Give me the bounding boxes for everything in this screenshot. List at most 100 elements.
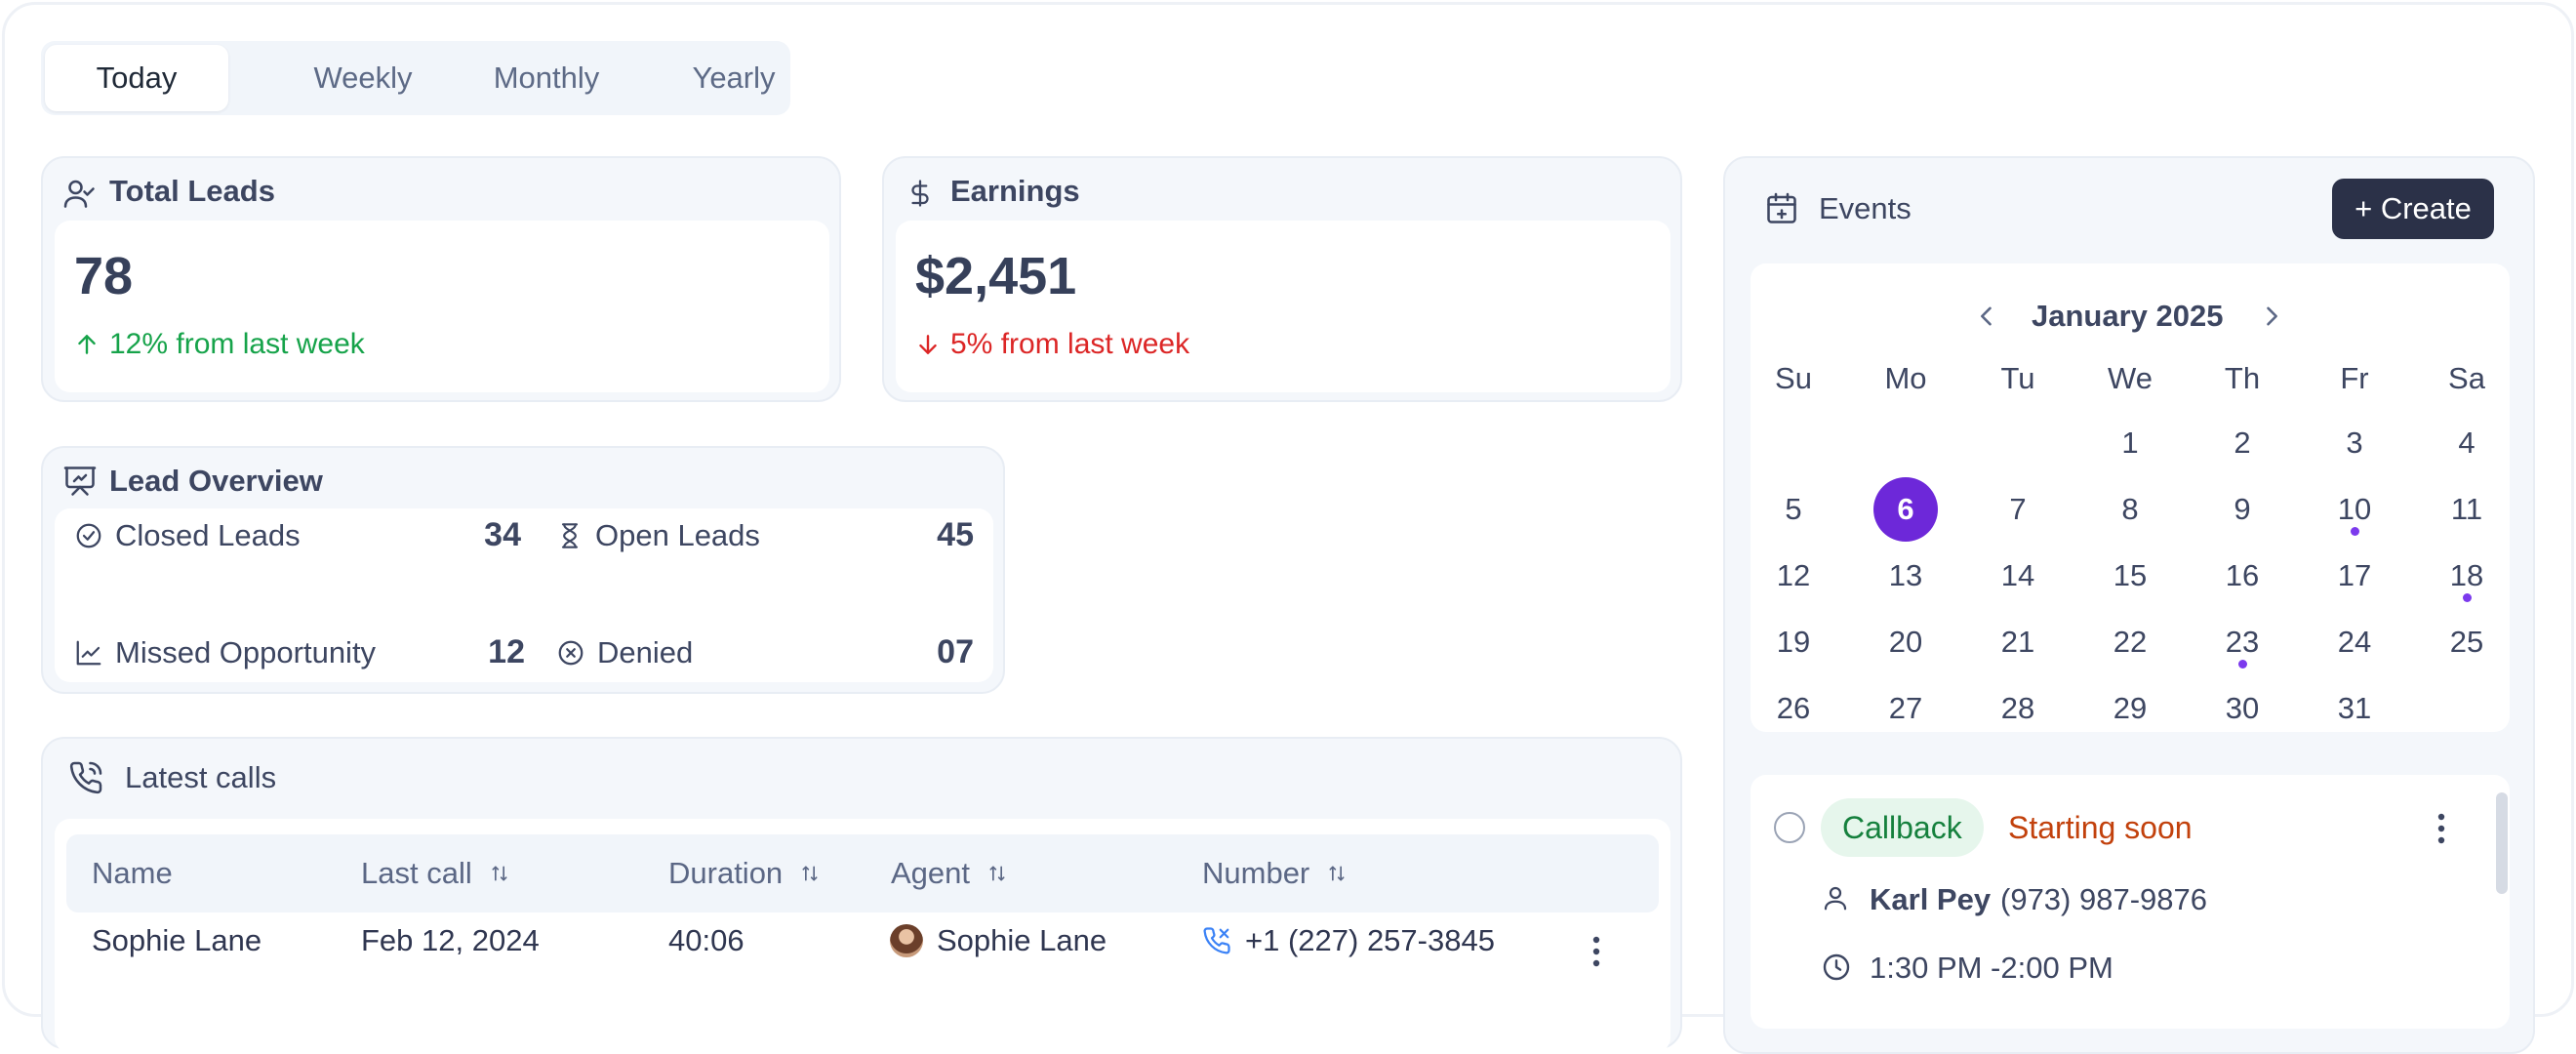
calendar-day[interactable]: 29 xyxy=(2098,676,2162,741)
calendar-day[interactable]: 3 xyxy=(2322,411,2387,475)
sort-icon[interactable] xyxy=(1327,863,1347,884)
calendar-plus-icon xyxy=(1764,191,1799,226)
event-time: 1:30 PM -2:00 PM xyxy=(1870,951,2113,985)
cell-duration: 40:06 xyxy=(668,923,745,957)
card-body: 78 12% from last week xyxy=(55,221,829,392)
tab-today[interactable]: Today xyxy=(45,45,228,111)
header-label: Name xyxy=(92,856,173,890)
column-header-last-call[interactable]: Last call xyxy=(361,834,509,912)
overview-item-open-leads: Open Leads xyxy=(556,518,760,553)
weekday-label: Tu xyxy=(2000,361,2035,395)
sort-icon[interactable] xyxy=(490,863,509,884)
tab-monthly[interactable]: Monthly xyxy=(449,45,644,111)
calendar-day[interactable]: 2 xyxy=(2210,411,2274,475)
trend-chart-icon xyxy=(74,638,103,668)
event-more-icon[interactable] xyxy=(2437,812,2445,845)
calendar-day[interactable]: 14 xyxy=(1986,544,2050,608)
cell-last-call: Feb 12, 2024 xyxy=(361,923,540,957)
calendar-day[interactable]: 13 xyxy=(1873,544,1938,608)
weekday-label: Mo xyxy=(1884,361,1927,395)
event-contact-phone: (973) 987-9876 xyxy=(2000,882,2207,916)
calendar-day[interactable]: 22 xyxy=(2098,610,2162,674)
tab-weekly[interactable]: Weekly xyxy=(265,45,461,111)
overview-item-denied: Denied xyxy=(556,635,693,670)
header-label: Last call xyxy=(361,856,472,890)
calendar-day[interactable]: 4 xyxy=(2435,411,2499,475)
calendar-day[interactable]: 12 xyxy=(1761,544,1826,608)
phone-number: +1 (227) 257-3845 xyxy=(1245,923,1495,957)
weekday-label: We xyxy=(2108,361,2153,395)
phone-icon xyxy=(68,760,103,795)
calendar-day[interactable]: 15 xyxy=(2098,544,2162,608)
presentation-icon xyxy=(62,464,98,499)
earnings-card: Earnings $2,451 5% from last week xyxy=(882,156,1682,402)
column-header-agent[interactable]: Agent xyxy=(891,834,1007,912)
cell-name: Sophie Lane xyxy=(92,923,262,957)
tab-yearly[interactable]: Yearly xyxy=(636,45,831,111)
overview-item-missed-opportunity: Missed Opportunity xyxy=(74,635,376,670)
calendar-day[interactable]: 5 xyxy=(1761,477,1826,542)
calendar-month-label: January 2025 xyxy=(2032,299,2224,333)
card-title: Earnings xyxy=(950,174,1080,208)
check-circle-icon xyxy=(74,521,103,550)
column-header-duration[interactable]: Duration xyxy=(668,834,820,912)
calendar-day[interactable]: 9 xyxy=(2210,477,2274,542)
calendar-day[interactable]: 31 xyxy=(2322,676,2387,741)
clock-icon xyxy=(1821,952,1852,983)
x-circle-icon xyxy=(556,638,585,668)
overview-value: 07 xyxy=(937,633,974,670)
overview-label: Denied xyxy=(597,635,694,669)
arrow-up-icon xyxy=(74,330,100,359)
earnings-value: $2,451 xyxy=(915,247,1077,305)
delta-text: 5% from last week xyxy=(950,328,1190,360)
overview-value: 34 xyxy=(484,516,521,553)
create-event-button[interactable]: + Create xyxy=(2332,179,2494,239)
calendar-day[interactable]: 11 xyxy=(2435,477,2499,542)
dollar-icon xyxy=(906,176,935,211)
calendar-day[interactable]: 19 xyxy=(1761,610,1826,674)
calendar-day[interactable]: 1 xyxy=(2098,411,2162,475)
calendar-day[interactable]: 25 xyxy=(2435,610,2499,674)
event-indicator-dot xyxy=(2463,593,2472,602)
column-header-number[interactable]: Number xyxy=(1202,834,1347,912)
sort-icon[interactable] xyxy=(800,863,820,884)
header-label: Number xyxy=(1202,856,1310,890)
events-title: Events xyxy=(1819,191,1912,225)
calendar-day[interactable]: 30 xyxy=(2210,676,2274,741)
calendar-day[interactable]: 16 xyxy=(2210,544,2274,608)
phone-incoming-icon[interactable] xyxy=(1202,926,1231,955)
total-leads-value: 78 xyxy=(74,247,134,305)
chevron-right-icon[interactable] xyxy=(2258,299,2285,334)
sort-icon[interactable] xyxy=(987,863,1007,884)
weekday-label: Fr xyxy=(2340,361,2369,395)
column-header-name[interactable]: Name xyxy=(92,834,173,912)
overview-label: Missed Opportunity xyxy=(115,635,377,669)
lead-overview-card: Lead Overview Closed Leads 34 Open Leads… xyxy=(41,446,1005,694)
calendar-day[interactable]: 27 xyxy=(1873,676,1938,741)
create-label: + Create xyxy=(2355,191,2472,225)
calendar-day[interactable]: 7 xyxy=(1986,477,2050,542)
user-icon xyxy=(1821,882,1850,913)
event-contact-name: Karl Pey xyxy=(1870,882,1992,916)
event-status: Starting soon xyxy=(2008,810,2193,845)
calendar-day[interactable]: 21 xyxy=(1986,610,2050,674)
agent-name: Sophie Lane xyxy=(937,923,1107,957)
overview-value: 12 xyxy=(488,633,525,670)
chevron-left-icon[interactable] xyxy=(1973,299,2000,334)
calendar-day[interactable]: 6 xyxy=(1873,477,1938,542)
calendar-day[interactable]: 17 xyxy=(2322,544,2387,608)
calendar-day[interactable]: 24 xyxy=(2322,610,2387,674)
card-title: Latest calls xyxy=(125,760,277,794)
calendar-day[interactable]: 20 xyxy=(1873,610,1938,674)
calendar-day[interactable]: 8 xyxy=(2098,477,2162,542)
avatar xyxy=(890,924,923,957)
events-scrollbar[interactable] xyxy=(2496,792,2508,894)
calendar-day[interactable]: 28 xyxy=(1986,676,2050,741)
total-leads-delta: 12% from last week xyxy=(74,328,365,361)
weekday-label: Su xyxy=(1775,361,1812,395)
event-indicator-dot xyxy=(2238,660,2247,669)
earnings-delta: 5% from last week xyxy=(915,328,1189,361)
row-more-icon[interactable] xyxy=(1592,935,1600,968)
event-complete-checkbox[interactable] xyxy=(1774,812,1805,843)
calendar-day[interactable]: 26 xyxy=(1761,676,1826,741)
